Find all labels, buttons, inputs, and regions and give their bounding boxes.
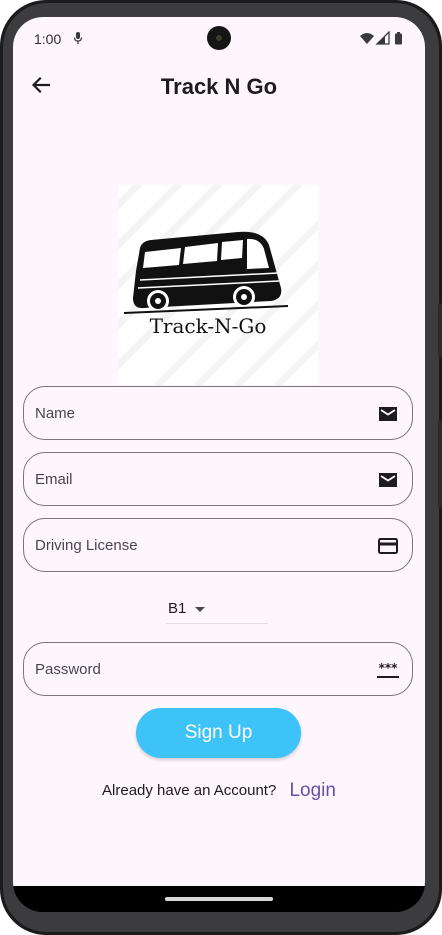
email-field[interactable] bbox=[23, 452, 413, 506]
login-prompt-row: Already have an Account? Login bbox=[13, 780, 425, 802]
battery-icon bbox=[395, 32, 402, 45]
sign-up-button[interactable]: Sign Up bbox=[136, 708, 301, 758]
front-camera bbox=[207, 26, 231, 50]
status-bar: 1:00 bbox=[13, 17, 425, 61]
dropdown-arrow-icon bbox=[195, 607, 205, 612]
password-input[interactable] bbox=[24, 643, 412, 695]
license-class-dropdown[interactable]: B1 bbox=[166, 593, 268, 624]
page-title: Track N Go bbox=[160, 74, 278, 99]
status-icons bbox=[360, 31, 402, 45]
mic-icon bbox=[73, 32, 83, 44]
login-prompt-text: Already have an Account? bbox=[102, 782, 277, 799]
status-time: 1:00 bbox=[34, 31, 62, 47]
wifi-icon bbox=[360, 33, 374, 44]
bus-icon bbox=[123, 231, 289, 314]
mail-icon bbox=[379, 473, 397, 487]
driving-license-input[interactable] bbox=[24, 519, 412, 571]
svg-text:***: *** bbox=[379, 661, 399, 675]
name-field[interactable] bbox=[23, 386, 413, 440]
login-link[interactable]: Login bbox=[289, 780, 336, 801]
logo-text: Track-N-Go bbox=[150, 314, 267, 338]
app-screen: 1:00 Track N Go Track-N-Go Name Email Dr… bbox=[13, 17, 425, 886]
credit-card-icon bbox=[378, 538, 398, 554]
app-bar: Track N Go bbox=[13, 61, 425, 113]
email-input[interactable] bbox=[24, 453, 412, 505]
password-icon: *** bbox=[377, 661, 399, 678]
home-gesture-handle[interactable] bbox=[165, 897, 273, 901]
license-class-value: B1 bbox=[168, 600, 187, 617]
volume-button bbox=[438, 420, 442, 508]
screen: 1:00 Track N Go Track-N-Go Name Email Dr… bbox=[13, 17, 425, 912]
mail-icon bbox=[379, 407, 397, 421]
navigation-bar bbox=[13, 886, 425, 912]
power-button bbox=[438, 303, 442, 358]
password-field[interactable]: *** bbox=[23, 642, 413, 696]
app-logo: Track-N-Go bbox=[118, 185, 318, 385]
bus-logo-image: Track-N-Go bbox=[118, 185, 318, 385]
driving-license-field[interactable] bbox=[23, 518, 413, 572]
cell-signal-icon bbox=[375, 31, 390, 45]
phone-frame: 1:00 Track N Go Track-N-Go Name Email Dr… bbox=[0, 0, 442, 935]
name-input[interactable] bbox=[24, 387, 412, 439]
